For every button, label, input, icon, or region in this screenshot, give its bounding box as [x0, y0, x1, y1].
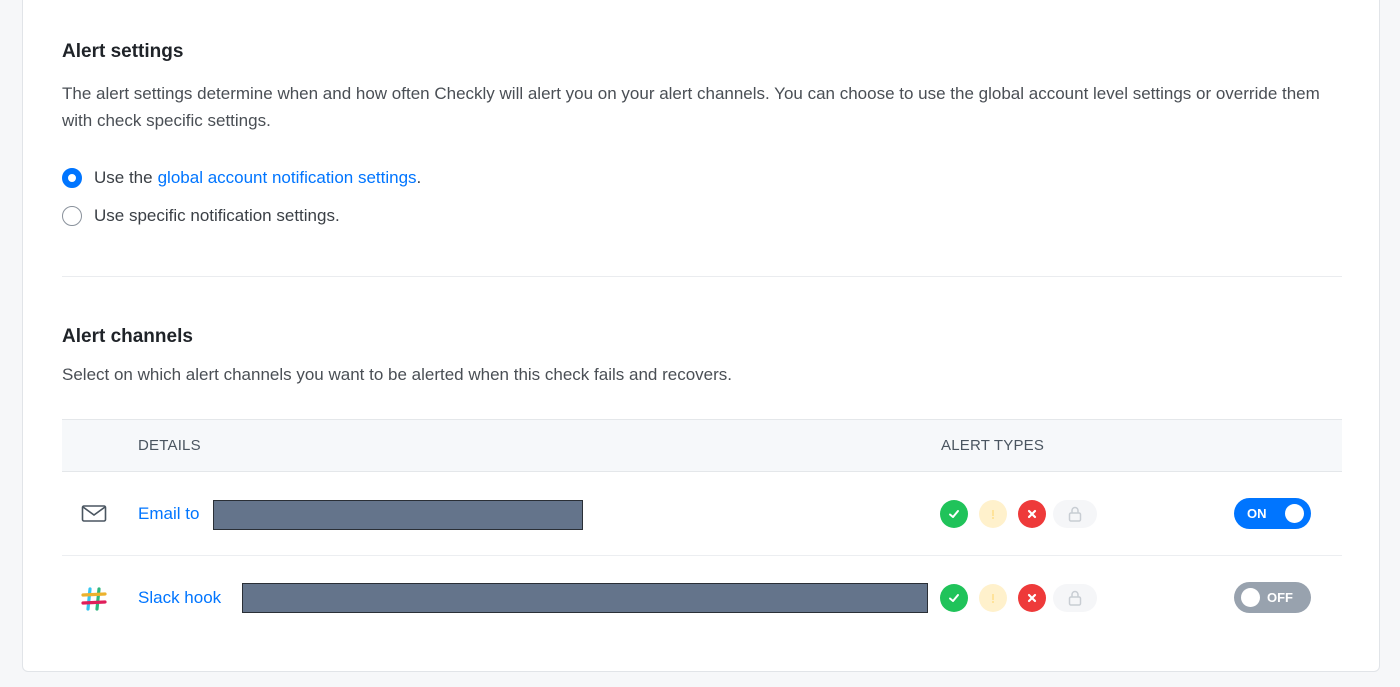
column-header-alert-types: ALERT TYPES: [941, 437, 1045, 454]
radio-option-global-prefix: Use the: [94, 168, 153, 187]
channel-toggle-slack[interactable]: OFF: [1234, 582, 1311, 613]
radio-option-specific[interactable]: Use specific notification settings.: [62, 206, 340, 226]
radio-option-specific-label: Use specific notification settings.: [94, 206, 340, 225]
alert-settings-card: Alert settings The alert settings determ…: [22, 0, 1380, 672]
section-divider: [62, 276, 1342, 277]
radio-checked-icon[interactable]: [62, 168, 82, 188]
channel-email-link[interactable]: Email to: [138, 504, 199, 524]
alert-settings-description: The alert settings determine when and ho…: [62, 84, 1320, 130]
channel-slack-link[interactable]: Slack hook: [138, 588, 221, 608]
alert-channels-table: DETAILS ALERT TYPES Email to ON Slack ho…: [62, 419, 1342, 640]
radio-unchecked-icon[interactable]: [62, 206, 82, 226]
alert-types-group: [940, 500, 1097, 528]
lock-icon[interactable]: [1053, 584, 1097, 612]
mail-icon: [80, 502, 108, 526]
recovery-alert-icon[interactable]: [940, 584, 968, 612]
toggle-label: OFF: [1267, 590, 1293, 605]
alert-channels-description: Select on which alert channels you want …: [62, 365, 732, 384]
redacted-email-address: [213, 500, 583, 530]
lock-icon[interactable]: [1053, 500, 1097, 528]
degraded-alert-icon[interactable]: [979, 500, 1007, 528]
recovery-alert-icon[interactable]: [940, 500, 968, 528]
toggle-knob: [1285, 504, 1304, 523]
toggle-label: ON: [1247, 506, 1267, 521]
failure-alert-icon[interactable]: [1018, 584, 1046, 612]
radio-option-global-suffix: .: [416, 168, 422, 187]
radio-option-global[interactable]: Use the global account notification sett…: [62, 168, 421, 188]
table-header: DETAILS ALERT TYPES: [62, 419, 1342, 472]
global-settings-link[interactable]: global account notification settings: [158, 168, 417, 188]
table-row: Slack hook OFF: [62, 556, 1342, 640]
slack-icon: [80, 586, 108, 611]
degraded-alert-icon[interactable]: [979, 584, 1007, 612]
alert-types-group: [940, 584, 1097, 612]
alert-settings-title: Alert settings: [62, 41, 184, 62]
alert-channels-title: Alert channels: [62, 326, 193, 347]
table-row: Email to ON: [62, 472, 1342, 556]
toggle-knob: [1241, 588, 1260, 607]
failure-alert-icon[interactable]: [1018, 500, 1046, 528]
column-header-details: DETAILS: [138, 437, 201, 454]
channel-toggle-email[interactable]: ON: [1234, 498, 1311, 529]
redacted-slack-url: [242, 583, 928, 613]
